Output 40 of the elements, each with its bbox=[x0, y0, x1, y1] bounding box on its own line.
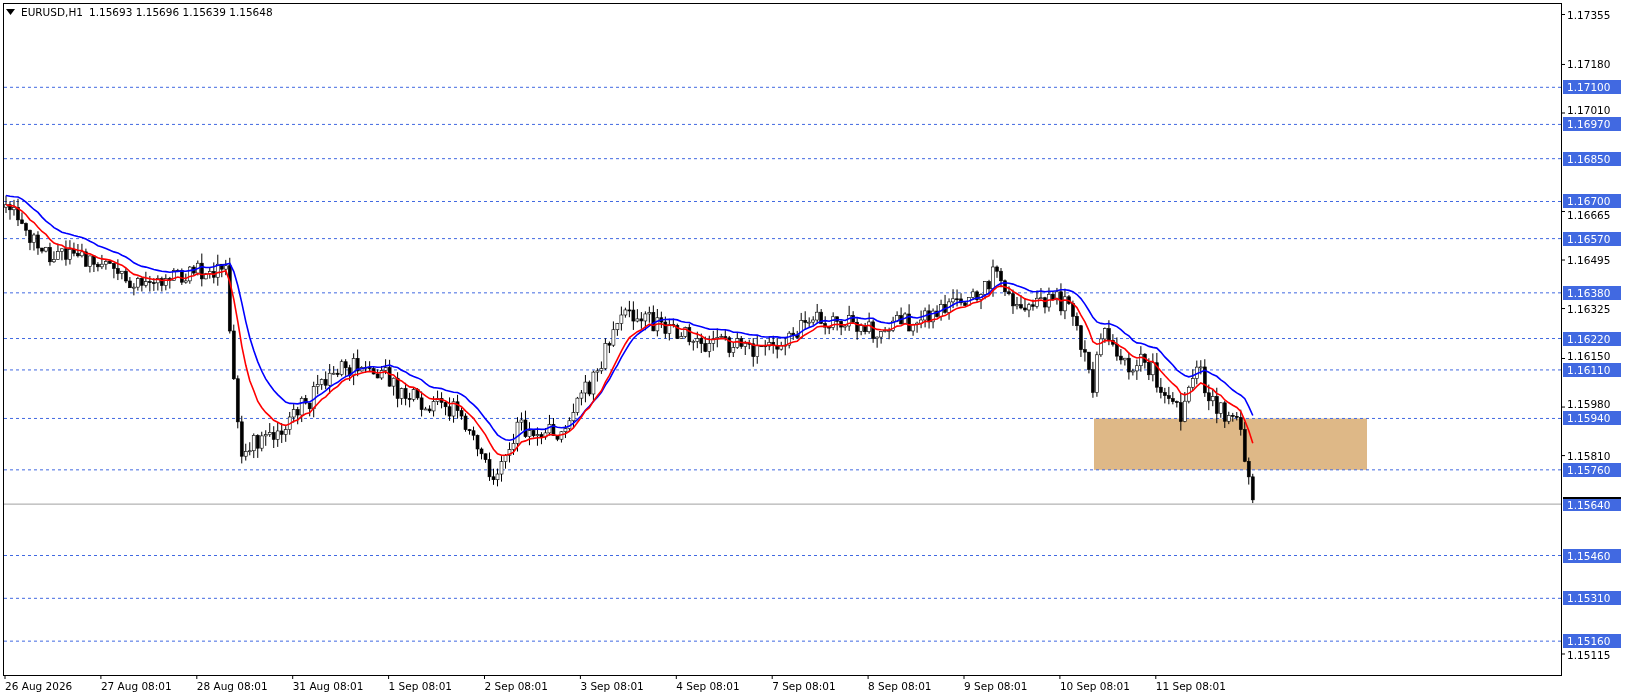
dropdown-triangle-icon[interactable] bbox=[6, 9, 15, 15]
price-tick-label: 1.16665 bbox=[1567, 208, 1611, 223]
price-tick-label: 1.16150 bbox=[1567, 348, 1611, 363]
time-tick-label: 31 Aug 08:01 bbox=[292, 680, 364, 693]
time-tick-label: 10 Sep 08:01 bbox=[1059, 680, 1130, 693]
time-tick-label: 11 Sep 08:01 bbox=[1155, 680, 1226, 693]
price-tick-label: 1.17010 bbox=[1567, 103, 1611, 118]
time-tick-label: 26 Aug 2026 bbox=[5, 680, 73, 693]
price-tick-label: 1.15810 bbox=[1567, 448, 1611, 463]
time-tick-label: 9 Sep 08:01 bbox=[964, 680, 1028, 693]
price-level-label: 1.17100 bbox=[1563, 80, 1621, 95]
time-tick-label: 2 Sep 08:01 bbox=[484, 680, 548, 693]
price-level-label: 1.15640 bbox=[1563, 497, 1621, 512]
price-level-label: 1.15310 bbox=[1563, 591, 1621, 606]
price-tick-label: 1.16495 bbox=[1567, 253, 1611, 267]
time-tick-label: 27 Aug 08:01 bbox=[100, 680, 172, 693]
price-level-label: 1.16110 bbox=[1563, 362, 1621, 377]
price-level-label: 1.16220 bbox=[1563, 331, 1621, 346]
price-level-label: 1.15460 bbox=[1563, 548, 1621, 563]
price-level-label: 1.16700 bbox=[1563, 194, 1621, 209]
time-tick-label: 8 Sep 08:01 bbox=[868, 680, 932, 693]
time-tick-label: 28 Aug 08:01 bbox=[196, 680, 268, 693]
time-tick-label: 3 Sep 08:01 bbox=[580, 680, 644, 693]
ohlc-values: 1.15693 1.15696 1.15639 1.15648 bbox=[88, 5, 273, 19]
time-tick-label: 1 Sep 08:01 bbox=[388, 680, 452, 693]
price-tick-label: 1.15115 bbox=[1567, 648, 1611, 663]
price-level-label: 1.15160 bbox=[1563, 634, 1621, 649]
time-tick-label: 7 Sep 08:01 bbox=[772, 680, 836, 693]
price-tick-label: 1.15980 bbox=[1567, 397, 1611, 412]
price-tick-label: 1.17180 bbox=[1567, 57, 1611, 72]
price-level-label: 1.16570 bbox=[1563, 231, 1621, 246]
price-level-label: 1.15760 bbox=[1563, 462, 1621, 477]
price-tick-label: 1.17355 bbox=[1567, 7, 1611, 22]
symbol-label: EURUSD,H1 bbox=[21, 5, 83, 19]
price-level-label: 1.15940 bbox=[1563, 411, 1621, 426]
time-tick-label: 4 Sep 08:01 bbox=[676, 680, 740, 693]
price-level-label: 1.16850 bbox=[1563, 151, 1621, 166]
price-level-label: 1.16970 bbox=[1563, 117, 1621, 132]
price-tick-label: 1.16325 bbox=[1567, 301, 1611, 316]
price-level-label: 1.16380 bbox=[1563, 285, 1621, 300]
